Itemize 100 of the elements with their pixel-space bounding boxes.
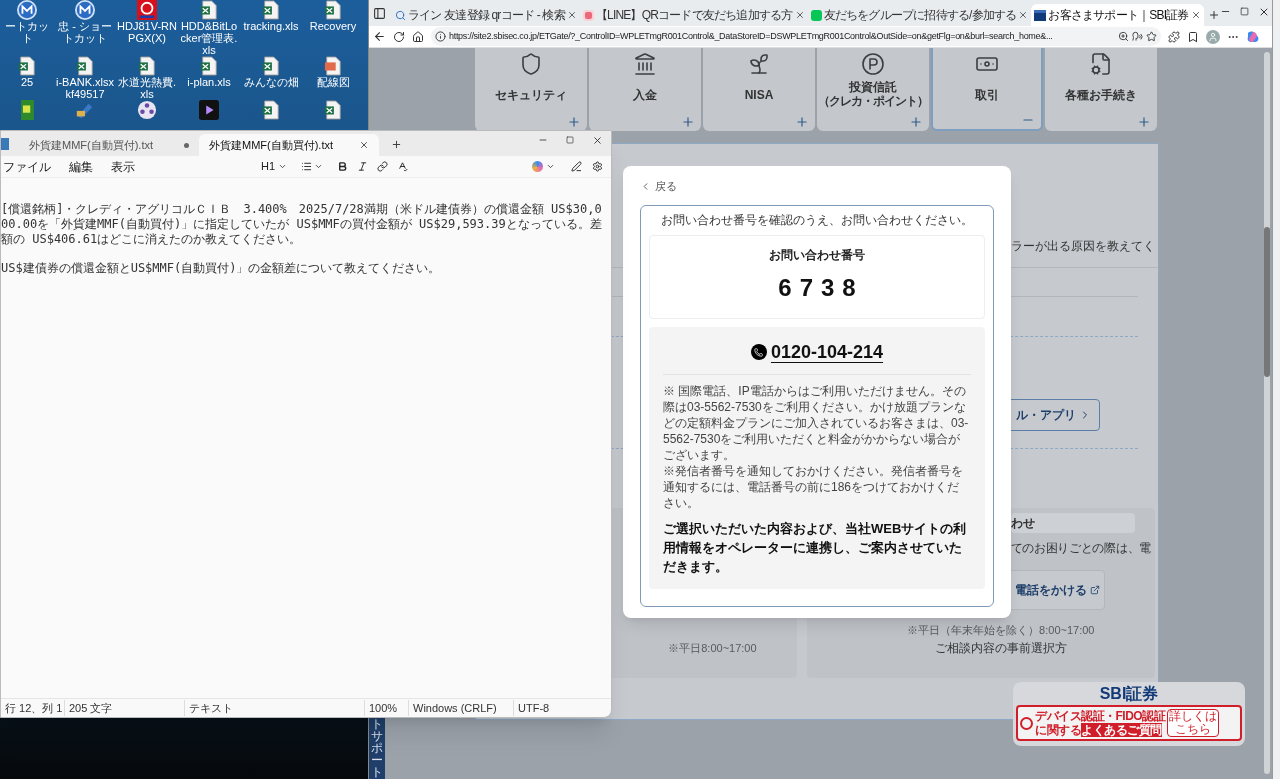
desktop-icon-label[interactable]: 25 <box>19 76 35 88</box>
category-tile[interactable]: 投資信託 （クレカ・ポイント） <box>817 48 929 131</box>
logo-icon <box>137 0 157 20</box>
list-icon[interactable] <box>301 161 313 172</box>
tab-actions-icon[interactable] <box>373 7 386 20</box>
search-icon <box>395 9 406 21</box>
question-icon <box>1020 716 1033 730</box>
close-icon[interactable] <box>566 10 577 20</box>
spreadsheet-file-icon <box>18 56 36 76</box>
url-text: https://site2.sbisec.co.jp/ETGate/?_ControlID=WPLETmgR001Control&_DataStoreID=DSWPLETmgR001Control&OutSide=on&getFlg=on&burl=search_home&... <box>449 29 1053 43</box>
round-app-icon <box>75 0 95 20</box>
site-info-icon[interactable] <box>435 31 446 42</box>
category-tile[interactable]: 各種お手続き <box>1045 48 1157 131</box>
desktop-icon-label[interactable]: 忠 - ショートカット <box>54 20 116 44</box>
back-icon[interactable] <box>373 30 386 43</box>
status-item: 100% <box>365 699 409 717</box>
menu-item[interactable]: ファイル <box>1 157 53 176</box>
chevron-down-icon[interactable] <box>546 162 555 171</box>
desktop-icon-label[interactable]: ートカット <box>0 20 54 44</box>
browser-tab[interactable]: ライン 友達登録 qrコード - 検索 <box>392 4 580 26</box>
heading-dropdown[interactable]: H1 <box>261 158 288 175</box>
close-icon[interactable] <box>794 10 805 20</box>
desktop-icon-label[interactable]: HDD&BitLocker管理表.xls <box>178 20 240 56</box>
new-tab-icon[interactable] <box>1207 9 1220 21</box>
note-text: ※発信者番号を通知しておかけください。発信者番号を通知するには、電話番号の前に186をつけておかけください。 <box>663 462 964 511</box>
text-area[interactable]: [償還銘柄]・クレディ・アグリコルＣＩＢ 3.400% 2025/7/28満期（米ドル建債券）の償還金額 US$30,000.00を「外貨建MMF(自動買付)」に指定していたが US$MMFの買付金額が US$29,593.39となっている。差額の US$406.61はどこに消えたのか教えてください。 US$建債券の償還金額とUS$MMF(自動買付)」の金額差について教えてください。 <box>1 178 611 698</box>
category-tile[interactable]: セキュリティ <box>475 48 587 131</box>
category-tile[interactable]: 取引 <box>931 48 1043 131</box>
browser-tab[interactable]: 【LINE】QRコードで友だち追加する方 <box>579 4 808 26</box>
banner-highlight: よくあるご質問 <box>1081 723 1162 737</box>
menu-item[interactable]: 編集 <box>67 157 95 176</box>
category-label: 入金 <box>633 88 657 102</box>
maximize-icon[interactable] <box>566 136 574 144</box>
prompt-text: お問い合わせ番号を確認のうえ、お問い合わせください。 <box>661 211 973 229</box>
zoom-icon[interactable] <box>1118 31 1129 42</box>
close-icon[interactable] <box>1190 10 1201 20</box>
assistant-logo-icon[interactable] <box>1246 29 1260 44</box>
extensions-icon[interactable] <box>1168 30 1180 43</box>
maximize-icon[interactable] <box>1239 7 1249 16</box>
address-bar[interactable]: https://site2.sbisec.co.jp/ETGate/?_ControlID=WPLETmgR001Control&_DataStoreID=DSWPLETmgR001Control&OutSide=on&getFlg=on&burl=search_home&... <box>431 27 1161 46</box>
phone-icon <box>750 344 767 360</box>
file-tab[interactable]: 外貨建MMF(自動買付).txt <box>199 134 379 156</box>
reload-icon[interactable] <box>393 30 405 43</box>
round-app-icon <box>17 0 37 20</box>
file-tab[interactable]: 外貨建MMF(自動買付).txt <box>19 134 199 156</box>
read-aloud-icon[interactable] <box>1132 31 1143 42</box>
hours-text: ※平日（年末年始を除く）8:00~17:00 <box>907 624 1095 637</box>
assistant-icon[interactable] <box>532 161 543 172</box>
desktop-icon-label[interactable]: 配線図 <box>315 76 351 88</box>
browser-tab[interactable]: 友だちをグループに招待する/参加する <box>807 4 1032 26</box>
preselect-link[interactable]: ご相談内容の事前選択方 <box>934 641 1067 655</box>
number-label: お問い合わせ番号 <box>769 246 865 264</box>
menu-item[interactable]: 表示 <box>109 157 137 176</box>
category-tile[interactable]: 入金 <box>589 48 701 131</box>
site-favicon-icon <box>810 9 822 21</box>
status-item: UTF-8 <box>517 700 551 716</box>
status-item: 行 12、列 1 <box>1 699 65 717</box>
film-reel-icon <box>137 100 157 120</box>
spreadsheet-file-icon <box>324 0 342 20</box>
spreadsheet-file-icon <box>262 0 280 20</box>
close-icon[interactable] <box>592 135 603 146</box>
external-link-icon <box>1089 585 1100 595</box>
category-label: 取引 <box>975 88 999 102</box>
close-icon[interactable] <box>1018 10 1029 20</box>
status-item: テキスト <box>185 699 365 717</box>
bold-icon[interactable] <box>337 161 349 172</box>
desktop-icon-label[interactable]: Recovery <box>308 20 358 32</box>
italic-icon[interactable] <box>357 161 369 172</box>
new-tab-icon[interactable] <box>391 139 402 150</box>
spreadsheet-file-icon <box>262 56 280 76</box>
brand-logo: SBI証券 <box>1099 685 1159 703</box>
link-icon[interactable] <box>377 161 389 172</box>
question-link[interactable]: ラーが出る原因を教えてく <box>1011 239 1155 253</box>
desktop-icon-label[interactable]: HDJ81V-RNPGX(X) <box>116 20 178 44</box>
browser-tab[interactable]: お客さまサポート｜SBI証券 <box>1031 4 1204 26</box>
settings-icon[interactable] <box>592 161 603 172</box>
spreadsheet-file-icon <box>200 56 218 76</box>
favorites-icon[interactable] <box>1187 30 1199 43</box>
desktop-icon-label[interactable]: tracking.xls <box>242 20 300 32</box>
desktop-icon-label[interactable]: 水道光熱費.xls <box>116 76 178 100</box>
faq-banner[interactable]: デバイス認証・FIDO認証 に関するよくあるご質問 詳しくはこちら <box>1016 705 1242 741</box>
desktop-icon-label[interactable]: i-BANK.xlsx kf49517 <box>54 76 116 100</box>
status-item: 205 文字 <box>65 699 185 717</box>
phone-link[interactable]: 0120-104-214 <box>770 338 884 366</box>
side-tab[interactable]: トサポート <box>369 718 385 779</box>
chevron-down-icon <box>278 162 288 171</box>
spellcheck-icon[interactable] <box>397 161 409 172</box>
sprout-icon <box>747 52 771 76</box>
pen-icon[interactable] <box>571 161 582 172</box>
star-icon[interactable] <box>1146 31 1157 42</box>
close-icon[interactable] <box>359 140 369 150</box>
desktop-icon-label[interactable]: みんなの畑 <box>242 76 300 88</box>
home-icon[interactable] <box>412 30 424 43</box>
category-tile[interactable]: NISA <box>703 48 815 131</box>
chevron-down-icon[interactable] <box>314 162 324 171</box>
coin-icon <box>861 52 885 76</box>
desktop-icon-label[interactable]: i-plan.xls <box>186 76 232 88</box>
back-link[interactable]: 戻る <box>640 178 677 195</box>
details-link[interactable]: 詳しくはこちら <box>1167 709 1220 737</box>
category-note: （クレカ・ポイント） <box>818 94 928 108</box>
